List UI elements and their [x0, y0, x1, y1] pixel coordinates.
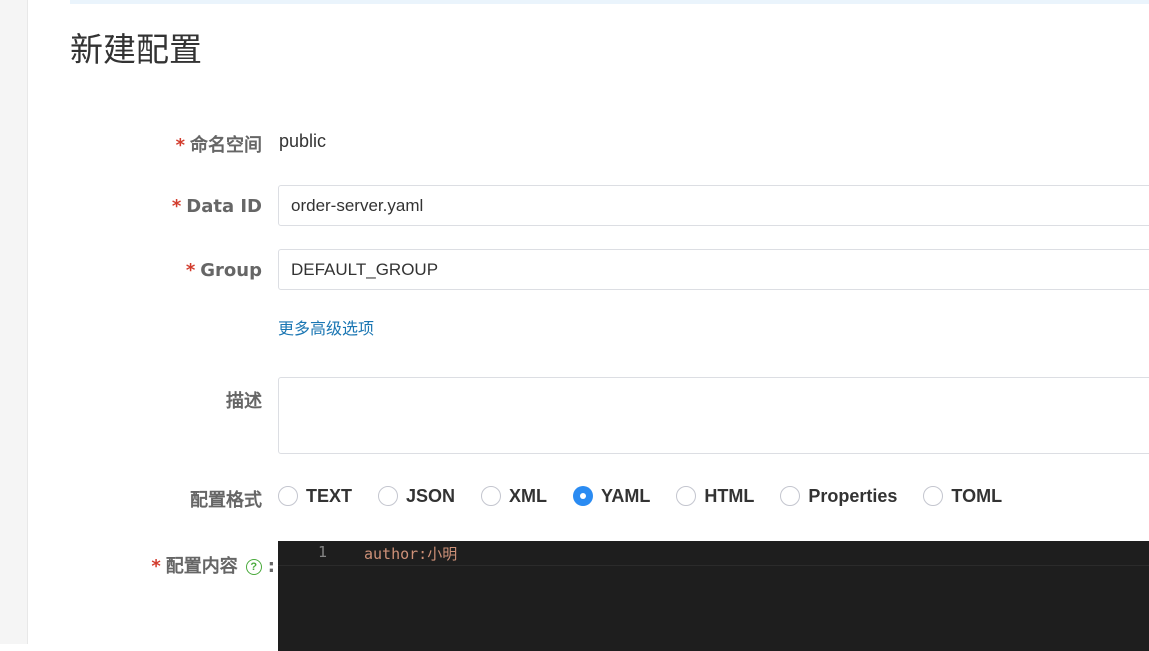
format-option-label: Properties — [808, 485, 898, 506]
data-id-label-text: Data ID — [186, 196, 262, 217]
format-option-label: XML — [509, 485, 548, 506]
format-option-toml[interactable]: TOML — [923, 486, 1002, 507]
description-label: 描述 — [226, 391, 262, 412]
format-option-label: TEXT — [306, 485, 353, 506]
help-icon[interactable]: ? — [245, 559, 262, 575]
radio-circle-icon[interactable] — [676, 486, 697, 506]
radio-circle-icon[interactable] — [780, 486, 801, 506]
radio-circle-icon[interactable] — [278, 486, 298, 506]
group-label: * Group — [186, 260, 262, 281]
format-option-html[interactable]: HTML — [676, 486, 754, 507]
code-text[interactable]: author:小明 — [364, 543, 457, 564]
namespace-value: public — [279, 131, 327, 151]
radio-circle-icon[interactable] — [923, 486, 944, 506]
format-radio-group: TEXT JSON XML YAML HTML Properties TOML — [278, 484, 1028, 508]
format-label: 配置格式 — [190, 490, 262, 511]
left-sidebar-edge — [0, 0, 28, 644]
namespace-label-text: 命名空间 — [190, 135, 262, 156]
format-option-xml[interactable]: XML — [481, 486, 547, 507]
editor-line: 1 author:小明 — [278, 541, 1149, 566]
required-marker: * — [171, 196, 182, 217]
radio-circle-icon[interactable] — [573, 486, 594, 506]
data-id-input[interactable]: order-server.yaml — [278, 185, 1149, 226]
required-marker: * — [151, 556, 161, 577]
format-option-yaml[interactable]: YAML — [573, 486, 650, 507]
data-id-label: * Data ID — [172, 196, 262, 217]
radio-circle-icon[interactable] — [481, 486, 502, 506]
group-input[interactable]: DEFAULT_GROUP — [278, 249, 1149, 290]
format-option-label: HTML — [704, 485, 755, 506]
description-textarea[interactable] — [278, 377, 1149, 454]
format-option-properties[interactable]: Properties — [780, 486, 897, 507]
page-title: 新建配置 — [70, 30, 202, 69]
content-label-colon: : — [267, 556, 275, 577]
content-label-text: 配置内容 — [165, 556, 238, 577]
namespace-label: * 命名空间 — [176, 131, 262, 157]
format-option-label: JSON — [406, 485, 456, 506]
format-option-json[interactable]: JSON — [378, 486, 455, 507]
required-marker: * — [175, 135, 185, 156]
config-content-editor[interactable]: 1 author:小明 — [278, 541, 1149, 651]
group-label-text: Group — [200, 260, 262, 281]
required-marker: * — [185, 260, 196, 281]
more-advanced-options-link[interactable]: 更多高级选项 — [278, 315, 374, 339]
line-number: 1 — [318, 543, 328, 561]
format-option-label: YAML — [601, 485, 651, 506]
radio-circle-icon[interactable] — [378, 486, 399, 506]
top-info-strip — [70, 0, 1149, 4]
format-option-text[interactable]: TEXT — [278, 486, 352, 507]
format-option-label: TOML — [951, 485, 1003, 506]
content-label: * 配置内容?: — [151, 552, 275, 578]
